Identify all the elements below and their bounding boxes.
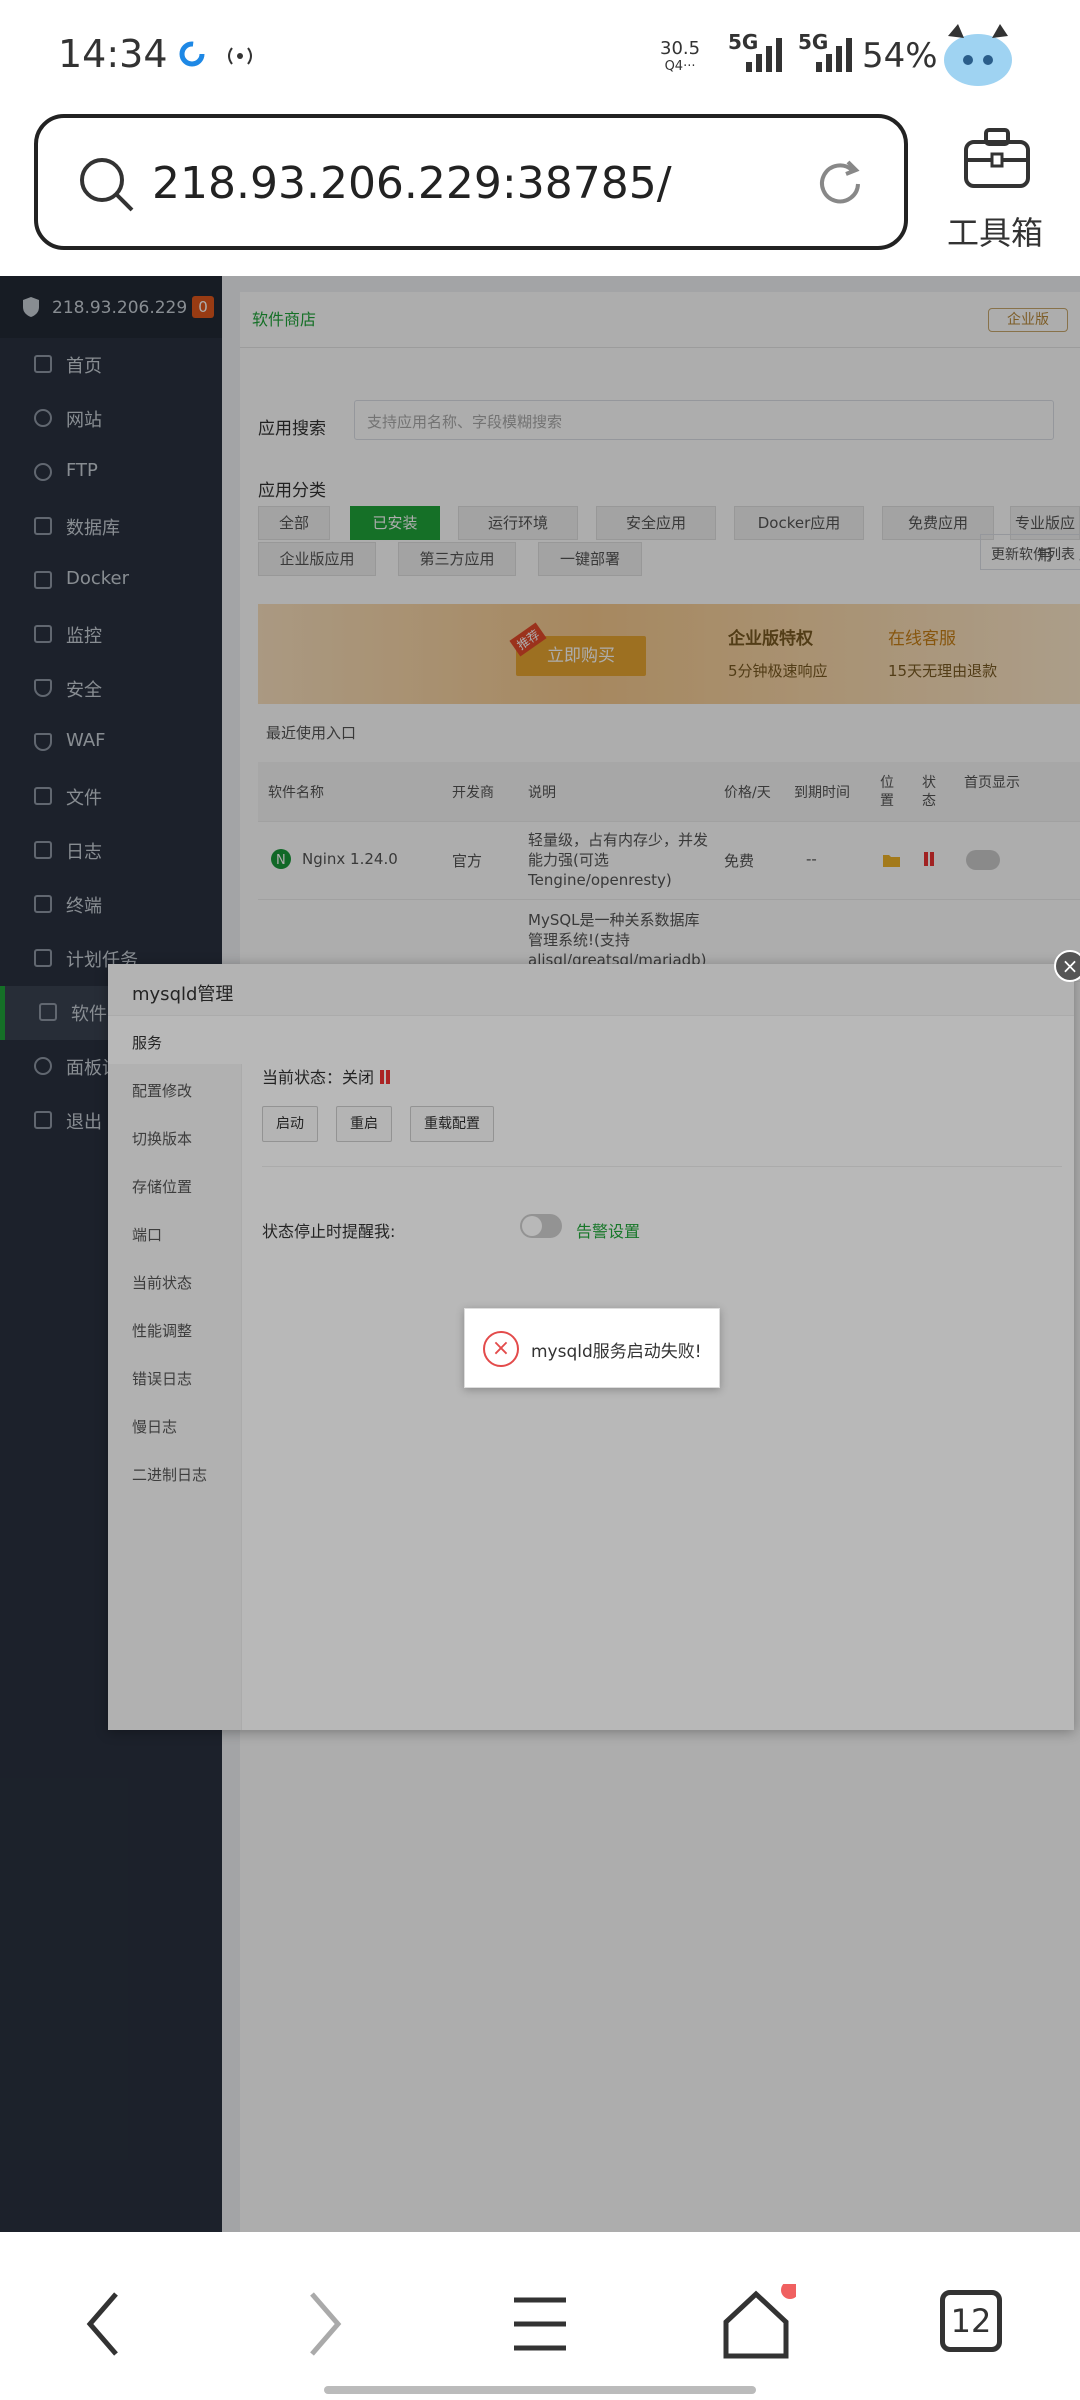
net-speed: 30.5 Q4··· bbox=[660, 38, 701, 75]
reload-icon[interactable] bbox=[812, 156, 868, 212]
browser-bottom-bar: 12 bbox=[0, 2232, 1080, 2400]
close-icon[interactable]: × bbox=[1054, 950, 1080, 982]
tabs-count: 12 bbox=[940, 2290, 1002, 2352]
toolbox-button[interactable]: 工具箱 bbox=[940, 120, 1050, 252]
back-icon[interactable] bbox=[66, 2284, 146, 2364]
error-icon: × bbox=[483, 1331, 519, 1367]
toolbox-icon bbox=[964, 128, 1030, 188]
address-bar[interactable]: 218.93.206.229:38785/ bbox=[34, 114, 908, 250]
tabs-button[interactable]: 12 bbox=[934, 2284, 1014, 2364]
clock: 14:34 bbox=[58, 32, 168, 76]
url-text[interactable]: 218.93.206.229:38785/ bbox=[152, 158, 672, 209]
home-icon[interactable] bbox=[716, 2284, 796, 2364]
menu-icon[interactable] bbox=[500, 2284, 580, 2364]
status-bar: 14:34 30.5 Q4··· 5G 5G 54% bbox=[0, 0, 1080, 110]
signal-icon bbox=[746, 38, 782, 72]
hotspot-icon bbox=[228, 47, 252, 65]
signal-icon-2 bbox=[816, 38, 852, 72]
toolbox-label: 工具箱 bbox=[946, 214, 1043, 252]
forward-icon[interactable] bbox=[282, 2284, 362, 2364]
battery-level: 54% bbox=[862, 36, 938, 76]
error-toast: × mysqld服务启动失败! bbox=[464, 1308, 720, 1388]
gesture-bar[interactable] bbox=[324, 2386, 756, 2394]
search-icon bbox=[80, 158, 134, 212]
sync-icon bbox=[179, 41, 205, 67]
anime-mascot-icon bbox=[944, 24, 1012, 86]
toast-message: mysqld服务启动失败! bbox=[531, 1342, 702, 1362]
